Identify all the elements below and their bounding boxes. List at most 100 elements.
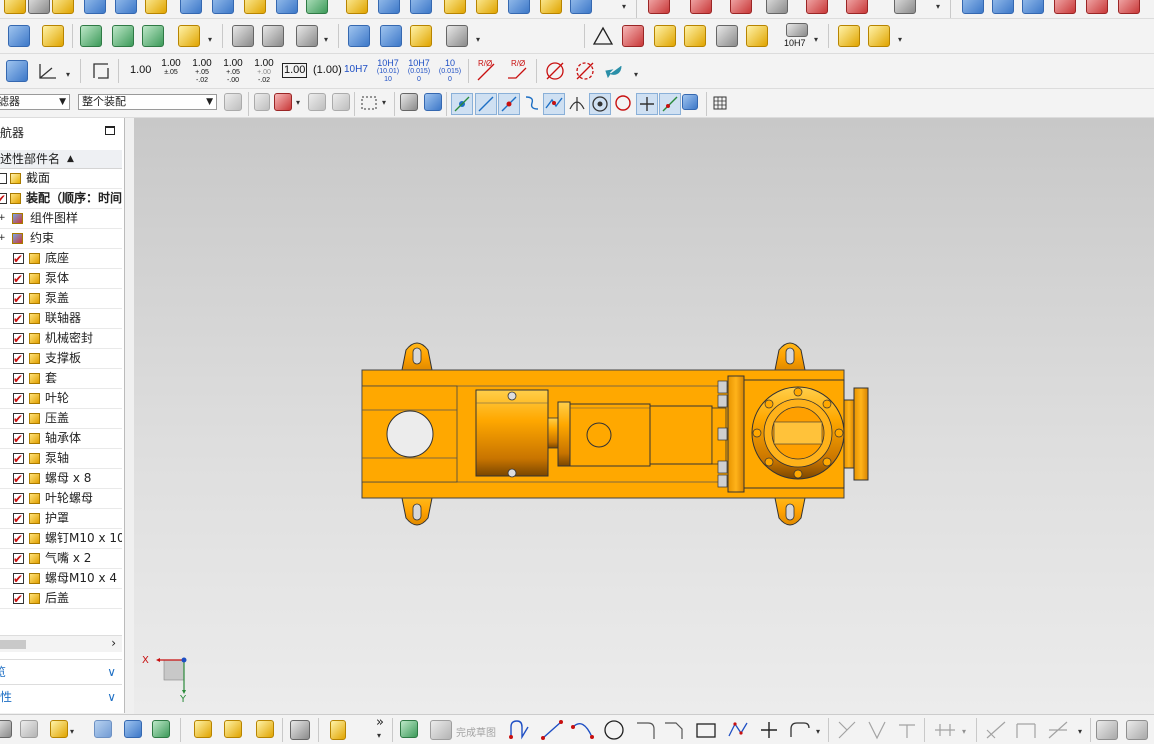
fit-tol-3[interactable]: 10 (0.015) 0	[436, 58, 464, 84]
visibility-checkbox[interactable]	[0, 189, 7, 208]
snap-quadrant-icon[interactable]	[613, 93, 633, 113]
spline-icon[interactable]	[766, 0, 788, 14]
extend-tool-icon[interactable]	[866, 719, 888, 741]
tree-row[interactable]: 泵轴	[0, 448, 122, 469]
tree-row[interactable]: 支撑板	[0, 348, 122, 369]
template-icon[interactable]	[20, 720, 38, 738]
dropdown-arrow-icon[interactable]: ▾	[208, 35, 212, 44]
cylinder-icon[interactable]	[348, 25, 370, 47]
sort-ascending-icon[interactable]: ▲	[67, 150, 74, 168]
note-icon[interactable]	[716, 25, 738, 47]
visibility-checkbox[interactable]	[13, 249, 24, 268]
dropdown-arrow-icon[interactable]: ▾	[962, 727, 966, 736]
dropdown-arrow-icon[interactable]: ▾	[816, 727, 820, 736]
trim-body-icon[interactable]	[508, 0, 530, 14]
tree-row[interactable]: 叶轮	[0, 388, 122, 409]
tree-row[interactable]: 联轴器	[0, 308, 122, 329]
triangle-icon[interactable]	[592, 26, 614, 46]
dropdown-arrow-icon[interactable]: ▾	[70, 727, 74, 736]
visibility-checkbox[interactable]	[13, 349, 24, 368]
sweep-icon[interactable]	[378, 0, 400, 14]
maximize-icon[interactable]	[105, 126, 115, 135]
tree-row[interactable]: 螺母M10 x 4	[0, 568, 122, 589]
snap-cursor-icon[interactable]	[254, 93, 270, 111]
dim-tol-symmetric[interactable]: 1.00 ±.05	[160, 58, 182, 77]
dropdown-arrow-icon[interactable]: ▾	[324, 35, 328, 44]
link-icon[interactable]	[330, 720, 346, 740]
align-view-icon[interactable]	[296, 25, 318, 47]
move-face-icon[interactable]	[570, 0, 592, 14]
tree-row[interactable]: 机械密封	[0, 328, 122, 349]
dropdown-arrow-icon[interactable]: ▾	[814, 35, 818, 44]
dropdown-arrow-icon[interactable]: ▾	[936, 2, 940, 11]
visibility-checkbox[interactable]	[13, 589, 24, 608]
visibility-checkbox[interactable]	[13, 549, 24, 568]
visibility-checkbox[interactable]	[13, 329, 24, 348]
axis-icon[interactable]	[894, 0, 916, 14]
tool-icon[interactable]	[446, 25, 468, 47]
section-icon[interactable]	[1054, 0, 1076, 14]
select-settings-icon[interactable]	[224, 93, 242, 111]
tree-row[interactable]: 螺钉M10 x 10	[0, 528, 122, 549]
dropdown-arrow-icon[interactable]: ▾	[476, 35, 480, 44]
snap-curve-icon[interactable]	[522, 93, 542, 113]
tree-row[interactable]: 螺母 x 8	[0, 468, 122, 489]
select-box-icon[interactable]	[274, 93, 292, 111]
view-add-icon[interactable]	[80, 25, 102, 47]
sheet-icon[interactable]	[42, 25, 64, 47]
axis-tri-icon[interactable]	[36, 60, 60, 82]
profile-icon[interactable]	[508, 719, 532, 741]
column-header[interactable]: 描述性部件名 ▲	[0, 150, 122, 169]
tree-row[interactable]: 叶轮螺母	[0, 488, 122, 509]
spline-tool-icon[interactable]	[788, 719, 812, 741]
balloon-icon[interactable]	[684, 25, 706, 47]
expand-icon[interactable]: +	[0, 208, 6, 228]
dim-nominal[interactable]: 1.00	[130, 65, 151, 76]
clearance-icon[interactable]	[290, 720, 310, 740]
extrude-icon[interactable]	[115, 0, 137, 14]
dimension-tool-icon[interactable]	[984, 719, 1008, 741]
horizontal-scrollbar[interactable]: ›	[0, 635, 122, 652]
mate-icon[interactable]	[124, 720, 142, 738]
expand-icon[interactable]: +	[0, 228, 6, 248]
thread-icon[interactable]	[476, 0, 498, 14]
point-icon[interactable]	[648, 0, 670, 14]
binoculars-icon[interactable]	[786, 23, 808, 37]
assembly-icon[interactable]	[4, 0, 26, 14]
line-icon[interactable]	[690, 0, 712, 14]
tree-row[interactable]: + 约束	[0, 228, 122, 249]
visibility-checkbox[interactable]	[13, 289, 24, 308]
break-line-icon[interactable]	[232, 25, 254, 47]
panel-preview[interactable]: 览 ∨	[0, 659, 122, 684]
diameter-dashed-icon[interactable]	[574, 60, 596, 82]
view-break-icon[interactable]	[262, 25, 284, 47]
sheet-icon[interactable]	[0, 720, 12, 738]
line-tool-icon[interactable]	[540, 719, 564, 741]
plane-icon[interactable]	[806, 0, 828, 14]
auto-constraint-icon[interactable]	[1046, 719, 1070, 741]
blend-icon[interactable]	[410, 0, 432, 14]
solid-filter-icon[interactable]	[424, 93, 442, 111]
stack-icon[interactable]	[8, 25, 30, 47]
dropdown-arrow-icon[interactable]: ▾	[382, 98, 386, 107]
render-icon[interactable]	[1118, 0, 1140, 14]
polygon-tool-icon[interactable]	[726, 719, 750, 741]
relations-icon[interactable]	[1096, 720, 1118, 740]
select-feature-icon[interactable]	[332, 93, 350, 111]
grid-icon[interactable]	[6, 60, 28, 82]
tree-row[interactable]: 压盖	[0, 408, 122, 429]
panel-dependencies[interactable]: 依性 ∨	[0, 684, 122, 709]
view-right-icon[interactable]	[1022, 0, 1044, 14]
view-projected-icon[interactable]	[112, 25, 134, 47]
cubes-gold-icon[interactable]	[868, 25, 890, 47]
cubes-icon[interactable]	[838, 25, 860, 47]
snap-center-icon[interactable]	[589, 93, 611, 115]
visibility-checkbox[interactable]	[13, 409, 24, 428]
csys-icon[interactable]	[846, 0, 868, 14]
geometric-constraint-icon[interactable]	[1014, 719, 1038, 741]
dropdown-arrow-icon[interactable]: ▾	[66, 70, 70, 79]
shell-icon[interactable]	[306, 0, 328, 14]
constraint-icon[interactable]	[152, 720, 170, 738]
tree-row[interactable]: + 组件图样	[0, 208, 122, 229]
tree-row[interactable]: 护罩	[0, 508, 122, 529]
